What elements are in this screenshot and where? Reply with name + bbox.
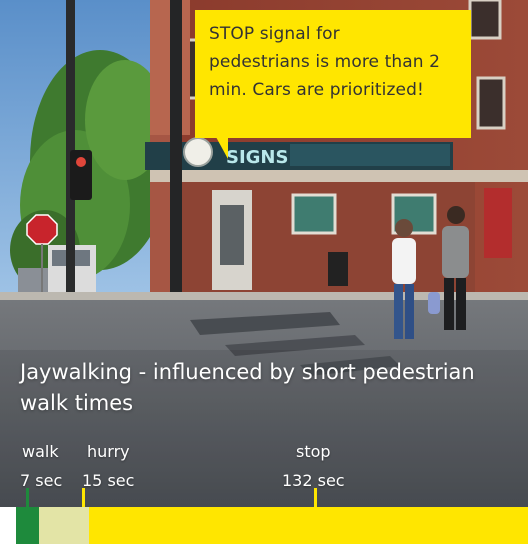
walk-phase-bar [16,507,40,544]
pedestrian-signal-icon [76,157,86,167]
callout-line-1: STOP signal for [209,24,340,44]
stop-phase-bar [89,507,528,544]
hurry-duration: 15 sec [82,471,135,490]
stop-signal-callout: STOP signal for pedestrians is more than… [195,10,471,138]
walk-tick [26,488,29,507]
stop-sign-icon [26,214,58,245]
callout-line-3: min. Cars are prioritized! [209,80,424,100]
caption-line-2: walk times [20,391,134,415]
stop-label: stop [296,442,331,461]
hurry-tick [82,488,85,507]
store-sign-text: SIGNS [226,147,288,168]
hurry-phase-bar [39,507,90,544]
callout-pointer [216,137,228,159]
walk-label: walk [22,442,59,461]
stop-tick [314,488,317,507]
jaywalking-caption: Jaywalking - influenced by short pedestr… [20,357,525,419]
caption-line-1: Jaywalking - influenced by short pedestr… [20,360,475,384]
infographic: SIGNS STOP signal for pedestrians is mor… [0,0,528,544]
callout-line-2: pedestrians is more than 2 [209,52,441,72]
clock-icon [183,137,213,167]
hurry-label: hurry [87,442,130,461]
